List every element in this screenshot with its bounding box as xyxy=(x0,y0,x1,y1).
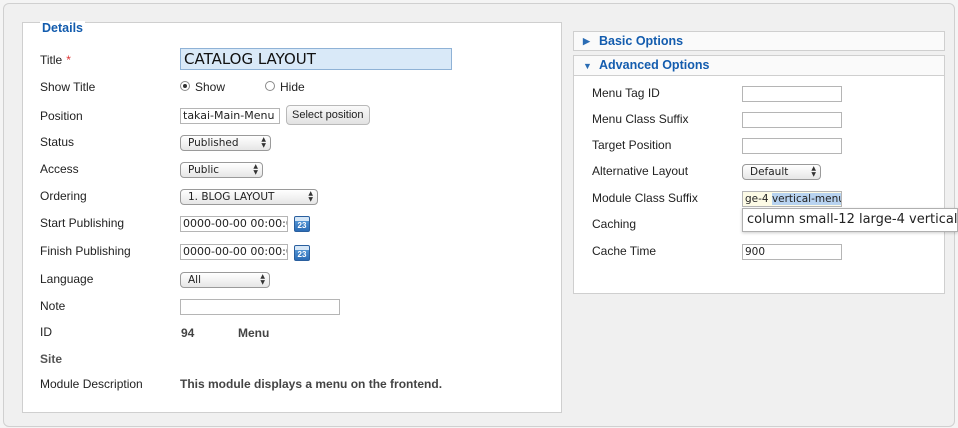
language-label: Language xyxy=(40,272,94,286)
field-value-tooltip: column small-12 large-4 vertical- xyxy=(742,208,958,232)
position-input[interactable]: takai-Main-Menu xyxy=(180,108,280,124)
language-select[interactable]: All ▲ ▼ xyxy=(180,272,270,288)
select-arrows-icon: ▲ ▼ xyxy=(811,165,816,178)
calendar-icon[interactable]: 23 xyxy=(294,216,310,232)
start-publishing-input[interactable]: 0000-00-00 00:00:0 xyxy=(180,216,288,232)
ordering-label: Ordering xyxy=(40,189,87,203)
advanced-options-panel xyxy=(573,76,945,294)
calendar-icon[interactable]: 23 xyxy=(294,245,310,261)
show-title-label: Show Title xyxy=(40,80,96,94)
show-option-label: Show xyxy=(195,80,226,94)
basic-options-toggle[interactable]: ▶ Basic Options xyxy=(573,31,945,51)
menu-class-suffix-input[interactable] xyxy=(742,112,842,128)
module-type-value: Menu xyxy=(238,326,270,340)
status-select[interactable]: Published ▲ ▼ xyxy=(180,135,271,151)
note-label: Note xyxy=(40,299,66,313)
expand-arrow-icon: ▶ xyxy=(583,36,590,46)
status-label: Status xyxy=(40,135,75,149)
advanced-options-toggle[interactable]: ▼ Advanced Options xyxy=(573,55,945,76)
module-description-label: Module Description xyxy=(40,377,143,391)
select-arrows-icon: ▲ ▼ xyxy=(253,163,258,176)
module-class-suffix-input[interactable]: ge-4 vertical-menu xyxy=(742,191,842,207)
cache-time-input[interactable]: 900 xyxy=(742,244,842,260)
target-position-label: Target Position xyxy=(592,138,672,152)
hide-option-label: Hide xyxy=(280,80,305,94)
caching-label: Caching xyxy=(592,217,637,231)
selected-text: vertical-menu xyxy=(771,193,841,205)
details-legend: Details xyxy=(40,21,85,35)
collapse-arrow-icon: ▼ xyxy=(583,61,592,71)
cache-time-label: Cache Time xyxy=(592,244,657,258)
alternative-layout-select[interactable]: Default ▲ ▼ xyxy=(742,164,821,180)
ordering-select[interactable]: 1. BLOG LAYOUT ▲ ▼ xyxy=(180,189,318,205)
note-input[interactable] xyxy=(180,299,340,315)
select-arrows-icon: ▲ ▼ xyxy=(260,273,265,286)
finish-publishing-label: Finish Publishing xyxy=(40,244,131,258)
select-arrows-icon: ▲ ▼ xyxy=(308,190,313,203)
position-label: Position xyxy=(40,109,83,123)
id-label: ID xyxy=(40,325,52,339)
title-label: Title * xyxy=(40,53,71,67)
target-position-input[interactable] xyxy=(742,138,842,154)
access-label: Access xyxy=(40,162,79,176)
show-title-hide-radio[interactable] xyxy=(265,81,275,91)
start-publishing-label: Start Publishing xyxy=(40,216,125,230)
select-arrows-icon: ▲ ▼ xyxy=(261,136,266,149)
required-asterisk: * xyxy=(66,53,71,67)
module-description-value: This module displays a menu on the front… xyxy=(180,377,443,391)
site-label: Site xyxy=(40,352,63,366)
show-title-show-radio[interactable] xyxy=(180,81,190,91)
id-value: 94 xyxy=(181,326,195,340)
title-input[interactable]: CATALOG LAYOUT xyxy=(180,48,452,70)
basic-options-title: Basic Options xyxy=(599,34,684,48)
menu-tag-id-input[interactable] xyxy=(742,86,842,102)
access-select[interactable]: Public ▲ ▼ xyxy=(180,162,263,178)
select-position-button[interactable]: Select position xyxy=(286,105,370,125)
alternative-layout-label: Alternative Layout xyxy=(592,164,689,178)
menu-tag-id-label: Menu Tag ID xyxy=(592,86,660,100)
finish-publishing-input[interactable]: 0000-00-00 00:00:0 xyxy=(180,244,288,260)
module-class-suffix-label: Module Class Suffix xyxy=(592,191,698,205)
advanced-options-title: Advanced Options xyxy=(599,58,710,72)
menu-class-suffix-label: Menu Class Suffix xyxy=(592,112,689,126)
